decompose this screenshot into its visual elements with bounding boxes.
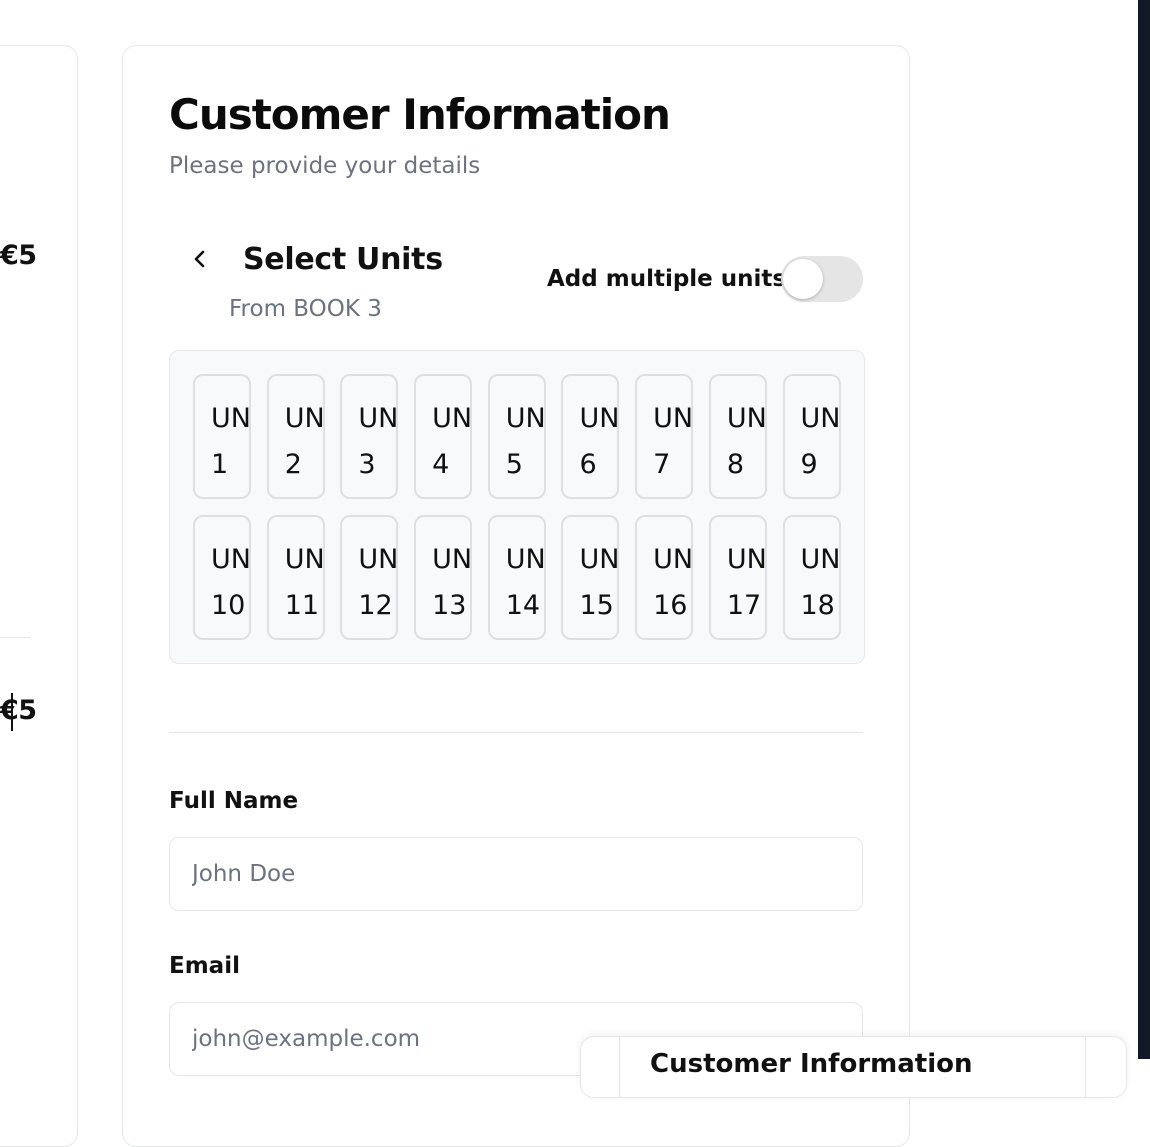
select-units-title: Select Units <box>243 242 443 277</box>
toggle-knob <box>783 259 823 299</box>
multiple-units-label: Add multiple units <box>547 266 787 292</box>
overlay-card-inner: Customer Information <box>619 1037 1086 1097</box>
unit-number: 5 <box>505 449 523 480</box>
unit-prefix: UNIT <box>653 403 694 434</box>
select-units-subtitle: From BOOK 3 <box>229 296 382 322</box>
unit-number: 18 <box>800 590 835 621</box>
unit-prefix: UNIT <box>579 544 620 575</box>
unit-number: 2 <box>284 449 302 480</box>
unit-button[interactable]: UNIT 7 <box>635 374 694 499</box>
overlay-card: Customer Information <box>580 1036 1127 1098</box>
unit-prefix: UNIT <box>211 403 251 434</box>
unit-button[interactable]: UNIT 12 <box>340 515 399 640</box>
unit-number: 3 <box>358 449 376 480</box>
unit-prefix: UNIT <box>653 544 694 575</box>
unit-prefix: UNIT <box>505 544 546 575</box>
unit-button[interactable]: UNIT 17 <box>708 515 767 640</box>
unit-button[interactable]: UNIT 11 <box>266 515 325 640</box>
multiple-units-toggle[interactable] <box>781 256 863 302</box>
unit-button[interactable]: UNIT 10 <box>193 515 251 640</box>
unit-number: 15 <box>579 590 614 621</box>
unit-button[interactable]: UNIT 6 <box>561 374 620 499</box>
unit-button[interactable]: UNIT 15 <box>561 515 620 640</box>
customer-information-card: Customer Information Please provide your… <box>122 45 910 1147</box>
unit-button[interactable]: UNIT 16 <box>635 515 694 640</box>
unit-button[interactable]: UNIT 5 <box>487 374 546 499</box>
unit-prefix: UNIT <box>284 403 325 434</box>
window-edge <box>1138 0 1150 1059</box>
overlay-card-title: Customer Information <box>650 1049 973 1079</box>
unit-button[interactable]: UNIT 4 <box>414 374 473 499</box>
unit-prefix: UNIT <box>726 403 767 434</box>
unit-number: 16 <box>653 590 688 621</box>
unit-prefix: UNIT <box>358 544 399 575</box>
unit-prefix: UNIT <box>800 544 841 575</box>
text-cursor <box>11 693 13 731</box>
unit-prefix: UNIT <box>211 544 251 575</box>
unit-number: 14 <box>505 590 541 621</box>
units-grid: UNIT 1 UNIT 2 UNIT 3 UNIT 4 UNIT 5 UNIT 6 UNIT 7 UNIT 8… <box>193 374 841 640</box>
unit-number: 7 <box>653 449 671 480</box>
unit-number: 13 <box>432 590 467 621</box>
unit-number: 11 <box>284 590 320 621</box>
unit-prefix: UNIT <box>800 403 841 434</box>
unit-number: 9 <box>800 449 818 480</box>
unit-prefix: UNIT <box>358 403 399 434</box>
unit-button[interactable]: UNIT 1 <box>193 374 251 499</box>
summary-divider <box>0 637 31 638</box>
unit-button[interactable]: UNIT 14 <box>487 515 546 640</box>
unit-prefix: UNIT <box>284 544 325 575</box>
unit-number: 12 <box>358 590 393 621</box>
unit-prefix: UNIT <box>432 544 473 575</box>
email-label: Email <box>169 953 240 979</box>
unit-prefix: UNIT <box>579 403 620 434</box>
unit-button[interactable]: UNIT 8 <box>708 374 767 499</box>
section-divider <box>169 732 863 733</box>
unit-prefix: UNIT <box>505 403 546 434</box>
unit-number: 4 <box>432 449 450 480</box>
unit-button[interactable]: UNIT 18 <box>782 515 841 640</box>
unit-prefix: UNIT <box>432 403 473 434</box>
unit-button[interactable]: UNIT 9 <box>782 374 841 499</box>
page-title: Customer Information <box>169 90 671 139</box>
unit-button[interactable]: UNIT 13 <box>414 515 473 640</box>
total-price-value: €5 <box>0 695 37 726</box>
unit-button[interactable]: UNIT 2 <box>266 374 325 499</box>
page-subtitle: Please provide your details <box>169 153 481 179</box>
unit-number: 10 <box>211 590 246 621</box>
unit-number: 17 <box>726 590 762 621</box>
back-button[interactable] <box>185 244 215 274</box>
unit-number: 6 <box>579 449 597 480</box>
unit-prefix: UNIT <box>726 544 767 575</box>
unit-button[interactable]: UNIT 3 <box>340 374 399 499</box>
unit-number: 8 <box>726 449 744 480</box>
units-panel: UNIT 1 UNIT 2 UNIT 3 UNIT 4 UNIT 5 UNIT 6 UNIT 7 UNIT 8… <box>169 350 865 664</box>
chevron-left-icon <box>194 250 205 268</box>
unit-number: 1 <box>211 449 229 480</box>
full-name-input[interactable] <box>169 837 863 911</box>
full-name-label: Full Name <box>169 788 299 814</box>
price-value: €5 <box>0 240 37 271</box>
order-summary-card <box>0 45 78 1147</box>
